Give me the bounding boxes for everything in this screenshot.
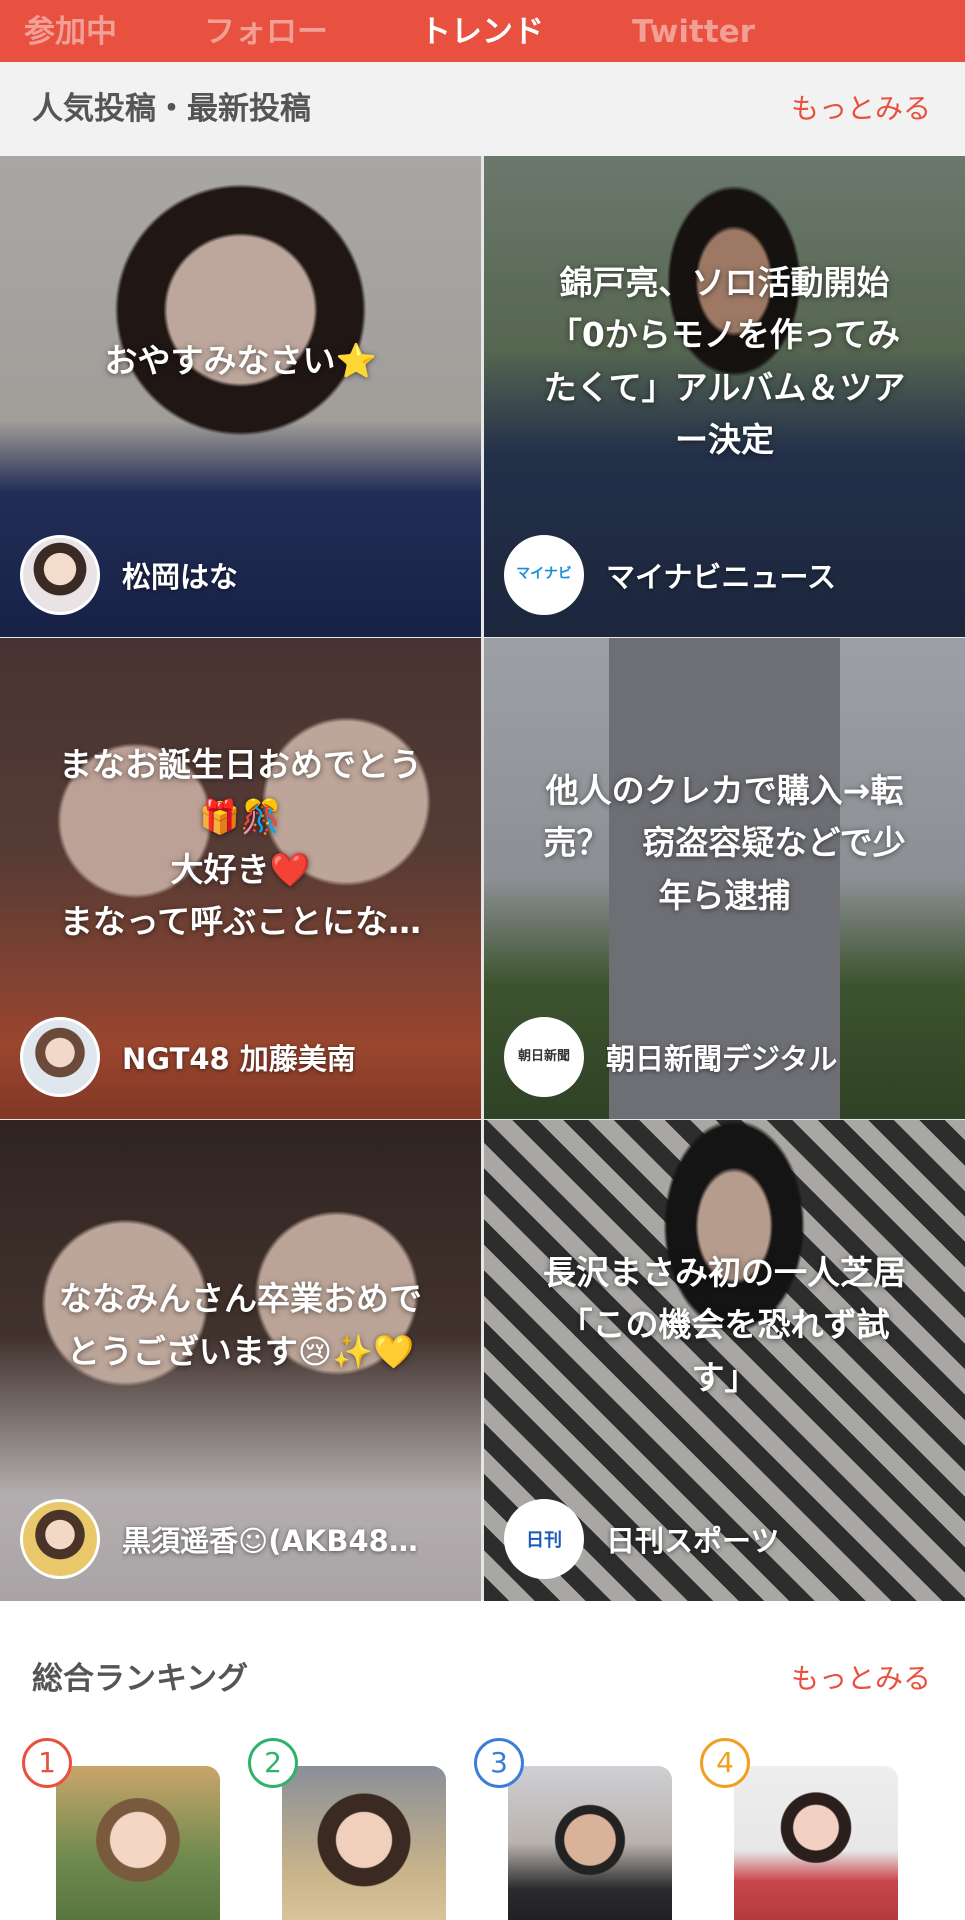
author-avatar[interactable]: 朝日新聞 <box>504 1017 584 1097</box>
rank-number-badge: 1 <box>22 1738 72 1788</box>
post-grid: おやすみなさい⭐ 松岡はな 錦戸亮、ソロ活動開始 「0からモノを作ってみ たくて… <box>0 156 965 1601</box>
post-author[interactable]: 松岡はな <box>20 533 461 617</box>
post-card[interactable]: まなお誕生日おめでとう 🎁🎊 大好き❤️ まなって呼ぶことにな… NGT48 加… <box>0 638 481 1119</box>
author-avatar[interactable]: 日刊 <box>504 1499 584 1579</box>
ranking-more-link[interactable]: もっとみる <box>791 1632 931 1726</box>
rank-number-badge: 3 <box>474 1738 524 1788</box>
post-card[interactable]: おやすみなさい⭐ 松岡はな <box>0 156 481 637</box>
rank-number-badge: 2 <box>248 1738 298 1788</box>
ranking-thumbnail <box>282 1766 446 1920</box>
post-card[interactable]: 他人のクレカで購入→転 売？ 窃盗容疑などで少 年ら逮捕 朝日新聞 朝日新聞デジ… <box>484 638 965 1119</box>
ranking-thumbnail <box>734 1766 898 1920</box>
post-caption: まなお誕生日おめでとう 🎁🎊 大好き❤️ まなって呼ぶことにな… <box>59 745 422 941</box>
top-tab-bar: 参加中 フォロー トレンド Twitter <box>0 0 965 62</box>
author-avatar[interactable] <box>20 1017 100 1097</box>
author-name: 黒須遥香☺(AKB48… <box>122 1524 418 1558</box>
popular-more-link[interactable]: もっとみる <box>791 62 931 156</box>
rank-number-badge: 4 <box>700 1738 750 1788</box>
ranking-thumbnail <box>508 1766 672 1920</box>
ranking-item[interactable]: 4 <box>700 1738 908 1920</box>
post-card[interactable]: 長沢まさみ初の一人芝居 「この機会を恐れず試 す」 日刊 日刊スポーツ <box>484 1120 965 1601</box>
post-author[interactable]: NGT48 加藤美南 <box>20 1015 461 1099</box>
nikkan-sports-logo: 日刊 <box>526 1530 562 1551</box>
author-avatar[interactable] <box>20 535 100 615</box>
ranking-thumbnail <box>56 1766 220 1920</box>
post-caption: 他人のクレカで購入→転 売？ 窃盗容疑などで少 年ら逮捕 <box>543 771 906 915</box>
tab-joined[interactable]: 参加中 <box>24 8 117 56</box>
post-caption: ななみんさん卒業おめで とうございます😢✨💛 <box>59 1279 422 1371</box>
post-caption: 長沢まさみ初の一人芝居 「この機会を恐れず試 す」 <box>543 1253 906 1397</box>
asahi-digital-logo: 朝日新聞 <box>517 1049 570 1065</box>
ranking-item[interactable]: 3 <box>474 1738 682 1920</box>
post-caption: 錦戸亮、ソロ活動開始 「0からモノを作ってみ たくて」アルバム＆ツア ー決定 <box>543 263 906 459</box>
author-name: 松岡はな <box>122 560 239 594</box>
author-name: 日刊スポーツ <box>606 1524 780 1558</box>
tab-twitter[interactable]: Twitter <box>632 8 755 56</box>
author-name: 朝日新聞デジタル <box>606 1042 838 1076</box>
ranking-section-header: 総合ランキング もっとみる <box>0 1632 965 1726</box>
post-author[interactable]: 黒須遥香☺(AKB48… <box>20 1497 461 1581</box>
ranking-item[interactable]: 1 <box>22 1738 230 1920</box>
ranking-item[interactable]: 2 <box>248 1738 456 1920</box>
ranking-section-title: 総合ランキング <box>32 1661 249 1697</box>
post-author[interactable]: 日刊 日刊スポーツ <box>504 1497 945 1581</box>
mynavi-news-logo: マイナビ <box>516 566 572 583</box>
author-avatar[interactable]: マイナビ <box>504 535 584 615</box>
tab-follow[interactable]: フォロー <box>204 8 328 56</box>
author-name: マイナビニュース <box>606 560 836 594</box>
post-card[interactable]: ななみんさん卒業おめで とうございます😢✨💛 黒須遥香☺(AKB48… <box>0 1120 481 1601</box>
popular-section-header: 人気投稿・最新投稿 もっとみる <box>0 62 965 156</box>
author-avatar[interactable] <box>20 1499 100 1579</box>
post-card[interactable]: 錦戸亮、ソロ活動開始 「0からモノを作ってみ たくて」アルバム＆ツア ー決定 マ… <box>484 156 965 637</box>
tab-trend[interactable]: トレンド <box>420 8 544 56</box>
post-author[interactable]: マイナビ マイナビニュース <box>504 533 945 617</box>
popular-section-title: 人気投稿・最新投稿 <box>32 91 311 127</box>
author-name: NGT48 加藤美南 <box>122 1042 356 1076</box>
post-author[interactable]: 朝日新聞 朝日新聞デジタル <box>504 1015 945 1099</box>
post-caption: おやすみなさい⭐ <box>104 341 377 381</box>
